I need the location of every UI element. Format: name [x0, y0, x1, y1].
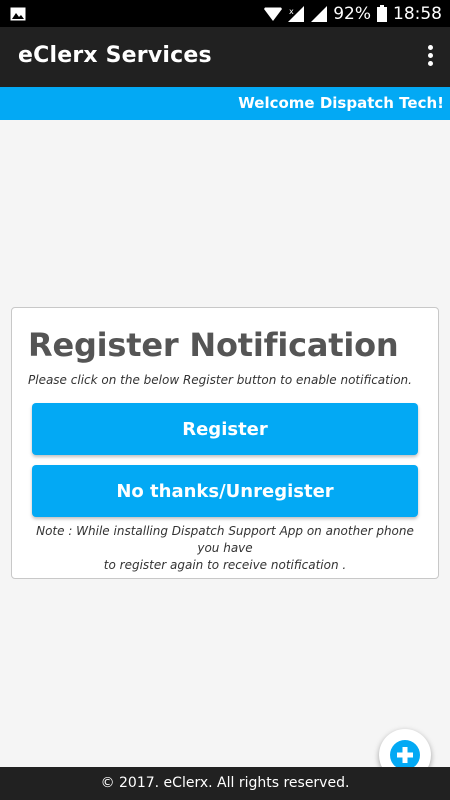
- card-subtitle: Please click on the below Register butto…: [28, 373, 412, 387]
- gallery-icon: [10, 6, 26, 25]
- app-title: eClerx Services: [18, 43, 212, 68]
- svg-text:x: x: [289, 7, 294, 16]
- battery-icon: [377, 5, 387, 22]
- app-bar: eClerx Services: [0, 27, 450, 87]
- welcome-banner: Welcome Dispatch Tech!: [0, 87, 450, 120]
- battery-percent: 92%: [333, 3, 371, 24]
- card-title: Register Notification: [28, 326, 399, 364]
- wifi-icon: [264, 6, 283, 21]
- add-circle-icon: [390, 740, 420, 770]
- unregister-button[interactable]: No thanks/Unregister: [32, 465, 418, 517]
- register-button[interactable]: Register: [32, 403, 418, 455]
- note-text: Note : While installing Dispatch Support…: [32, 523, 418, 574]
- note-line-2: to register again to receive notificatio…: [103, 558, 347, 572]
- register-notification-card: Register Notification Please click on th…: [11, 307, 439, 579]
- more-vert-icon[interactable]: [424, 45, 436, 69]
- clock: 18:58: [393, 3, 442, 24]
- status-bar: x 92% 18:58: [0, 0, 450, 27]
- footer-copyright: © 2017. eClerx. All rights reserved.: [0, 767, 450, 800]
- signal-icon-2: [311, 5, 328, 22]
- note-line-1: Note : While installing Dispatch Support…: [36, 524, 414, 555]
- signal-icon: x: [288, 5, 305, 22]
